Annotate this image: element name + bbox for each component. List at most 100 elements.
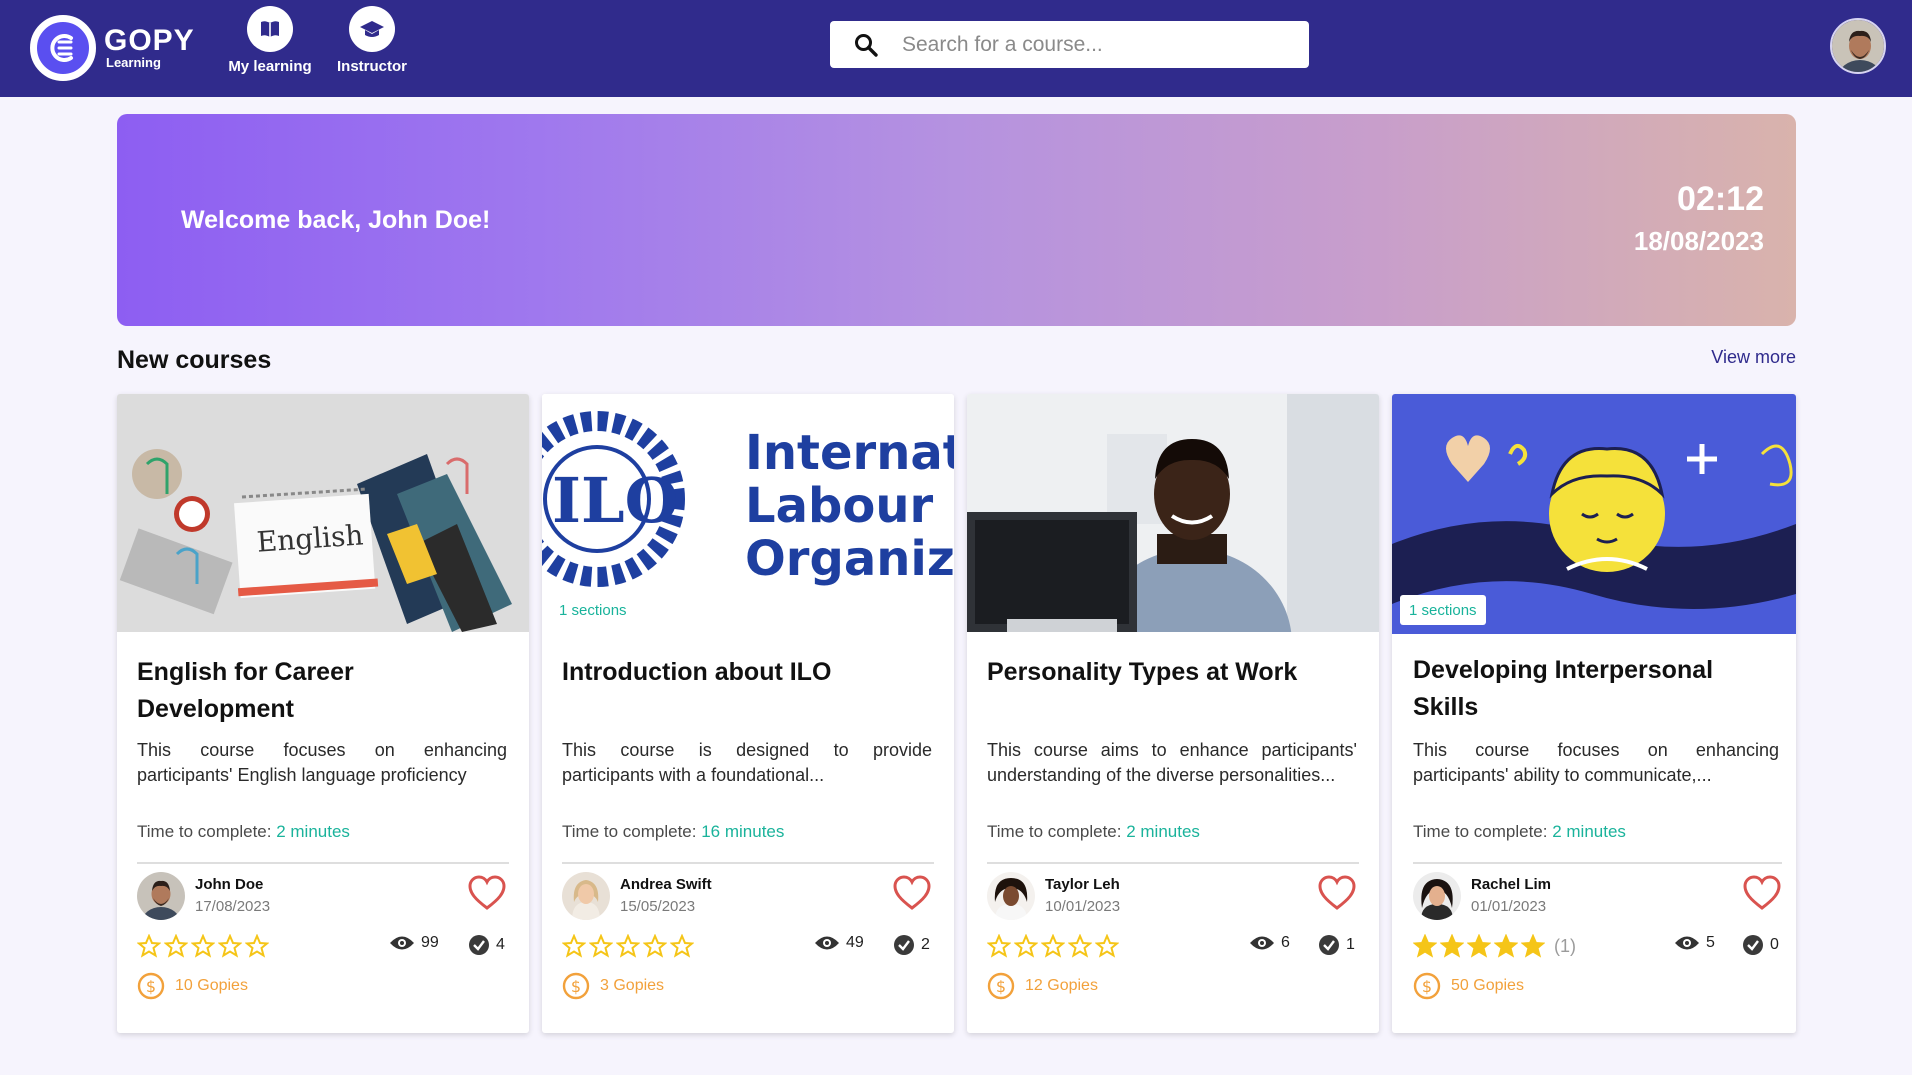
- nav-my-learning[interactable]: My learning: [224, 6, 316, 84]
- rating-stars[interactable]: [137, 934, 269, 958]
- star-icon[interactable]: [1440, 934, 1464, 958]
- course-price: $ 12 Gopies: [987, 972, 1098, 1000]
- favorite-heart-icon[interactable]: [892, 874, 932, 912]
- star-icon[interactable]: [616, 934, 640, 958]
- logo-mark-icon: [30, 15, 96, 81]
- course-description: This course focuses on enhancing partici…: [1413, 740, 1779, 785]
- author-name: Andrea Swift: [620, 876, 712, 893]
- top-navbar: GOPY Learning My learning Instructor: [0, 0, 1912, 97]
- course-card[interactable]: ILO Internatic Labour Organiza 1 section…: [542, 394, 954, 1033]
- star-icon[interactable]: [670, 934, 694, 958]
- course-thumbnail: [967, 394, 1379, 632]
- views-value: 99: [421, 934, 439, 951]
- course-thumbnail: English: [117, 394, 529, 632]
- card-divider: [562, 862, 934, 864]
- author-name: John Doe: [195, 876, 264, 893]
- search-input[interactable]: [902, 32, 1282, 57]
- eye-icon: [390, 936, 414, 950]
- star-icon[interactable]: [1068, 934, 1092, 958]
- favorite-heart-icon[interactable]: [467, 874, 507, 912]
- coin-icon: $: [562, 972, 590, 1000]
- eye-icon: [815, 936, 839, 950]
- completions-count: 4: [468, 934, 505, 956]
- views-count: 5: [1674, 934, 1715, 952]
- star-icon[interactable]: [1521, 934, 1545, 958]
- favorite-heart-icon[interactable]: [1317, 874, 1357, 912]
- views-value: 49: [846, 934, 864, 951]
- course-title[interactable]: English for Career Development: [137, 654, 507, 728]
- completions-value: 1: [1346, 936, 1355, 953]
- time-to-complete: Time to complete: 2 minutes: [137, 822, 350, 842]
- author-avatar[interactable]: [987, 872, 1035, 920]
- time-to-complete-label: Time to complete:: [987, 822, 1122, 841]
- star-icon[interactable]: [245, 934, 269, 958]
- price-value: 3 Gopies: [600, 977, 665, 994]
- star-icon[interactable]: [1413, 934, 1437, 958]
- course-title[interactable]: Introduction about ILO: [562, 654, 932, 691]
- time-to-complete-value: 2 minutes: [276, 822, 350, 841]
- svg-text:$: $: [146, 977, 156, 996]
- logo-brand-text: GOPY: [104, 24, 195, 57]
- author-avatar[interactable]: [1413, 872, 1461, 920]
- star-icon[interactable]: [589, 934, 613, 958]
- author-date: 01/01/2023: [1471, 898, 1547, 915]
- completions-value: 0: [1770, 936, 1779, 953]
- rating-stars[interactable]: [562, 934, 694, 958]
- current-date: 18/08/2023: [1633, 226, 1764, 256]
- check-circle-icon: [469, 935, 489, 955]
- course-price: $ 3 Gopies: [562, 972, 664, 1000]
- graduation-cap-icon: [349, 6, 395, 52]
- completions-value: 4: [496, 936, 505, 953]
- course-title[interactable]: Developing Interpersonal Skills: [1413, 652, 1783, 726]
- search-icon[interactable]: [830, 21, 902, 68]
- nav-instructor[interactable]: Instructor: [333, 6, 411, 84]
- rating-stars[interactable]: [987, 934, 1119, 958]
- time-to-complete-label: Time to complete:: [137, 822, 272, 841]
- views-count: 99: [389, 934, 439, 952]
- time-to-complete-value: 2 minutes: [1126, 822, 1200, 841]
- user-avatar[interactable]: [1830, 18, 1886, 74]
- course-price: $ 10 Gopies: [137, 972, 248, 1000]
- star-icon[interactable]: [987, 934, 1011, 958]
- star-icon[interactable]: [1467, 934, 1491, 958]
- course-title[interactable]: Personality Types at Work: [987, 654, 1357, 691]
- course-thumbnail: ILO Internatic Labour Organiza 1 section…: [542, 394, 954, 632]
- star-icon[interactable]: [191, 934, 215, 958]
- course-description: This course is designed to provide parti…: [562, 740, 932, 785]
- time-to-complete-value: 2 minutes: [1552, 822, 1626, 841]
- view-more-link[interactable]: View more: [1711, 347, 1796, 368]
- course-thumbnail: 1 sections: [1392, 394, 1796, 634]
- author-date: 17/08/2023: [195, 898, 271, 915]
- star-icon[interactable]: [218, 934, 242, 958]
- course-card[interactable]: 1 sections Developing Interpersonal Skil…: [1392, 394, 1796, 1033]
- card-divider: [137, 862, 509, 864]
- star-icon[interactable]: [1041, 934, 1065, 958]
- course-card[interactable]: Personality Types at Work This course ai…: [967, 394, 1379, 1033]
- views-count: 49: [814, 934, 864, 952]
- favorite-heart-icon[interactable]: [1742, 874, 1782, 912]
- star-icon[interactable]: [562, 934, 586, 958]
- rating-stars[interactable]: (1): [1413, 934, 1576, 958]
- eye-icon: [1675, 936, 1699, 950]
- star-icon[interactable]: [164, 934, 188, 958]
- author-avatar[interactable]: [137, 872, 185, 920]
- svg-text:$: $: [1422, 977, 1432, 996]
- author-avatar[interactable]: [562, 872, 610, 920]
- star-icon[interactable]: [643, 934, 667, 958]
- section-title: New courses: [117, 346, 272, 374]
- current-time: 02:12: [1677, 180, 1764, 218]
- star-icon[interactable]: [1095, 934, 1119, 958]
- svg-text:$: $: [571, 977, 581, 996]
- nav-my-learning-label: My learning: [228, 58, 312, 75]
- completions-count: 2: [893, 934, 930, 956]
- course-price: $ 50 Gopies: [1413, 972, 1524, 1000]
- star-icon[interactable]: [137, 934, 161, 958]
- coin-icon: $: [137, 972, 165, 1000]
- star-icon[interactable]: [1014, 934, 1038, 958]
- thumb-text-line: Internatic: [745, 425, 954, 481]
- course-search[interactable]: [830, 21, 1309, 68]
- gopy-logo[interactable]: GOPY Learning: [30, 12, 200, 84]
- time-to-complete-label: Time to complete:: [1413, 822, 1548, 841]
- star-icon[interactable]: [1494, 934, 1518, 958]
- course-card[interactable]: English English for Career Development T…: [117, 394, 529, 1033]
